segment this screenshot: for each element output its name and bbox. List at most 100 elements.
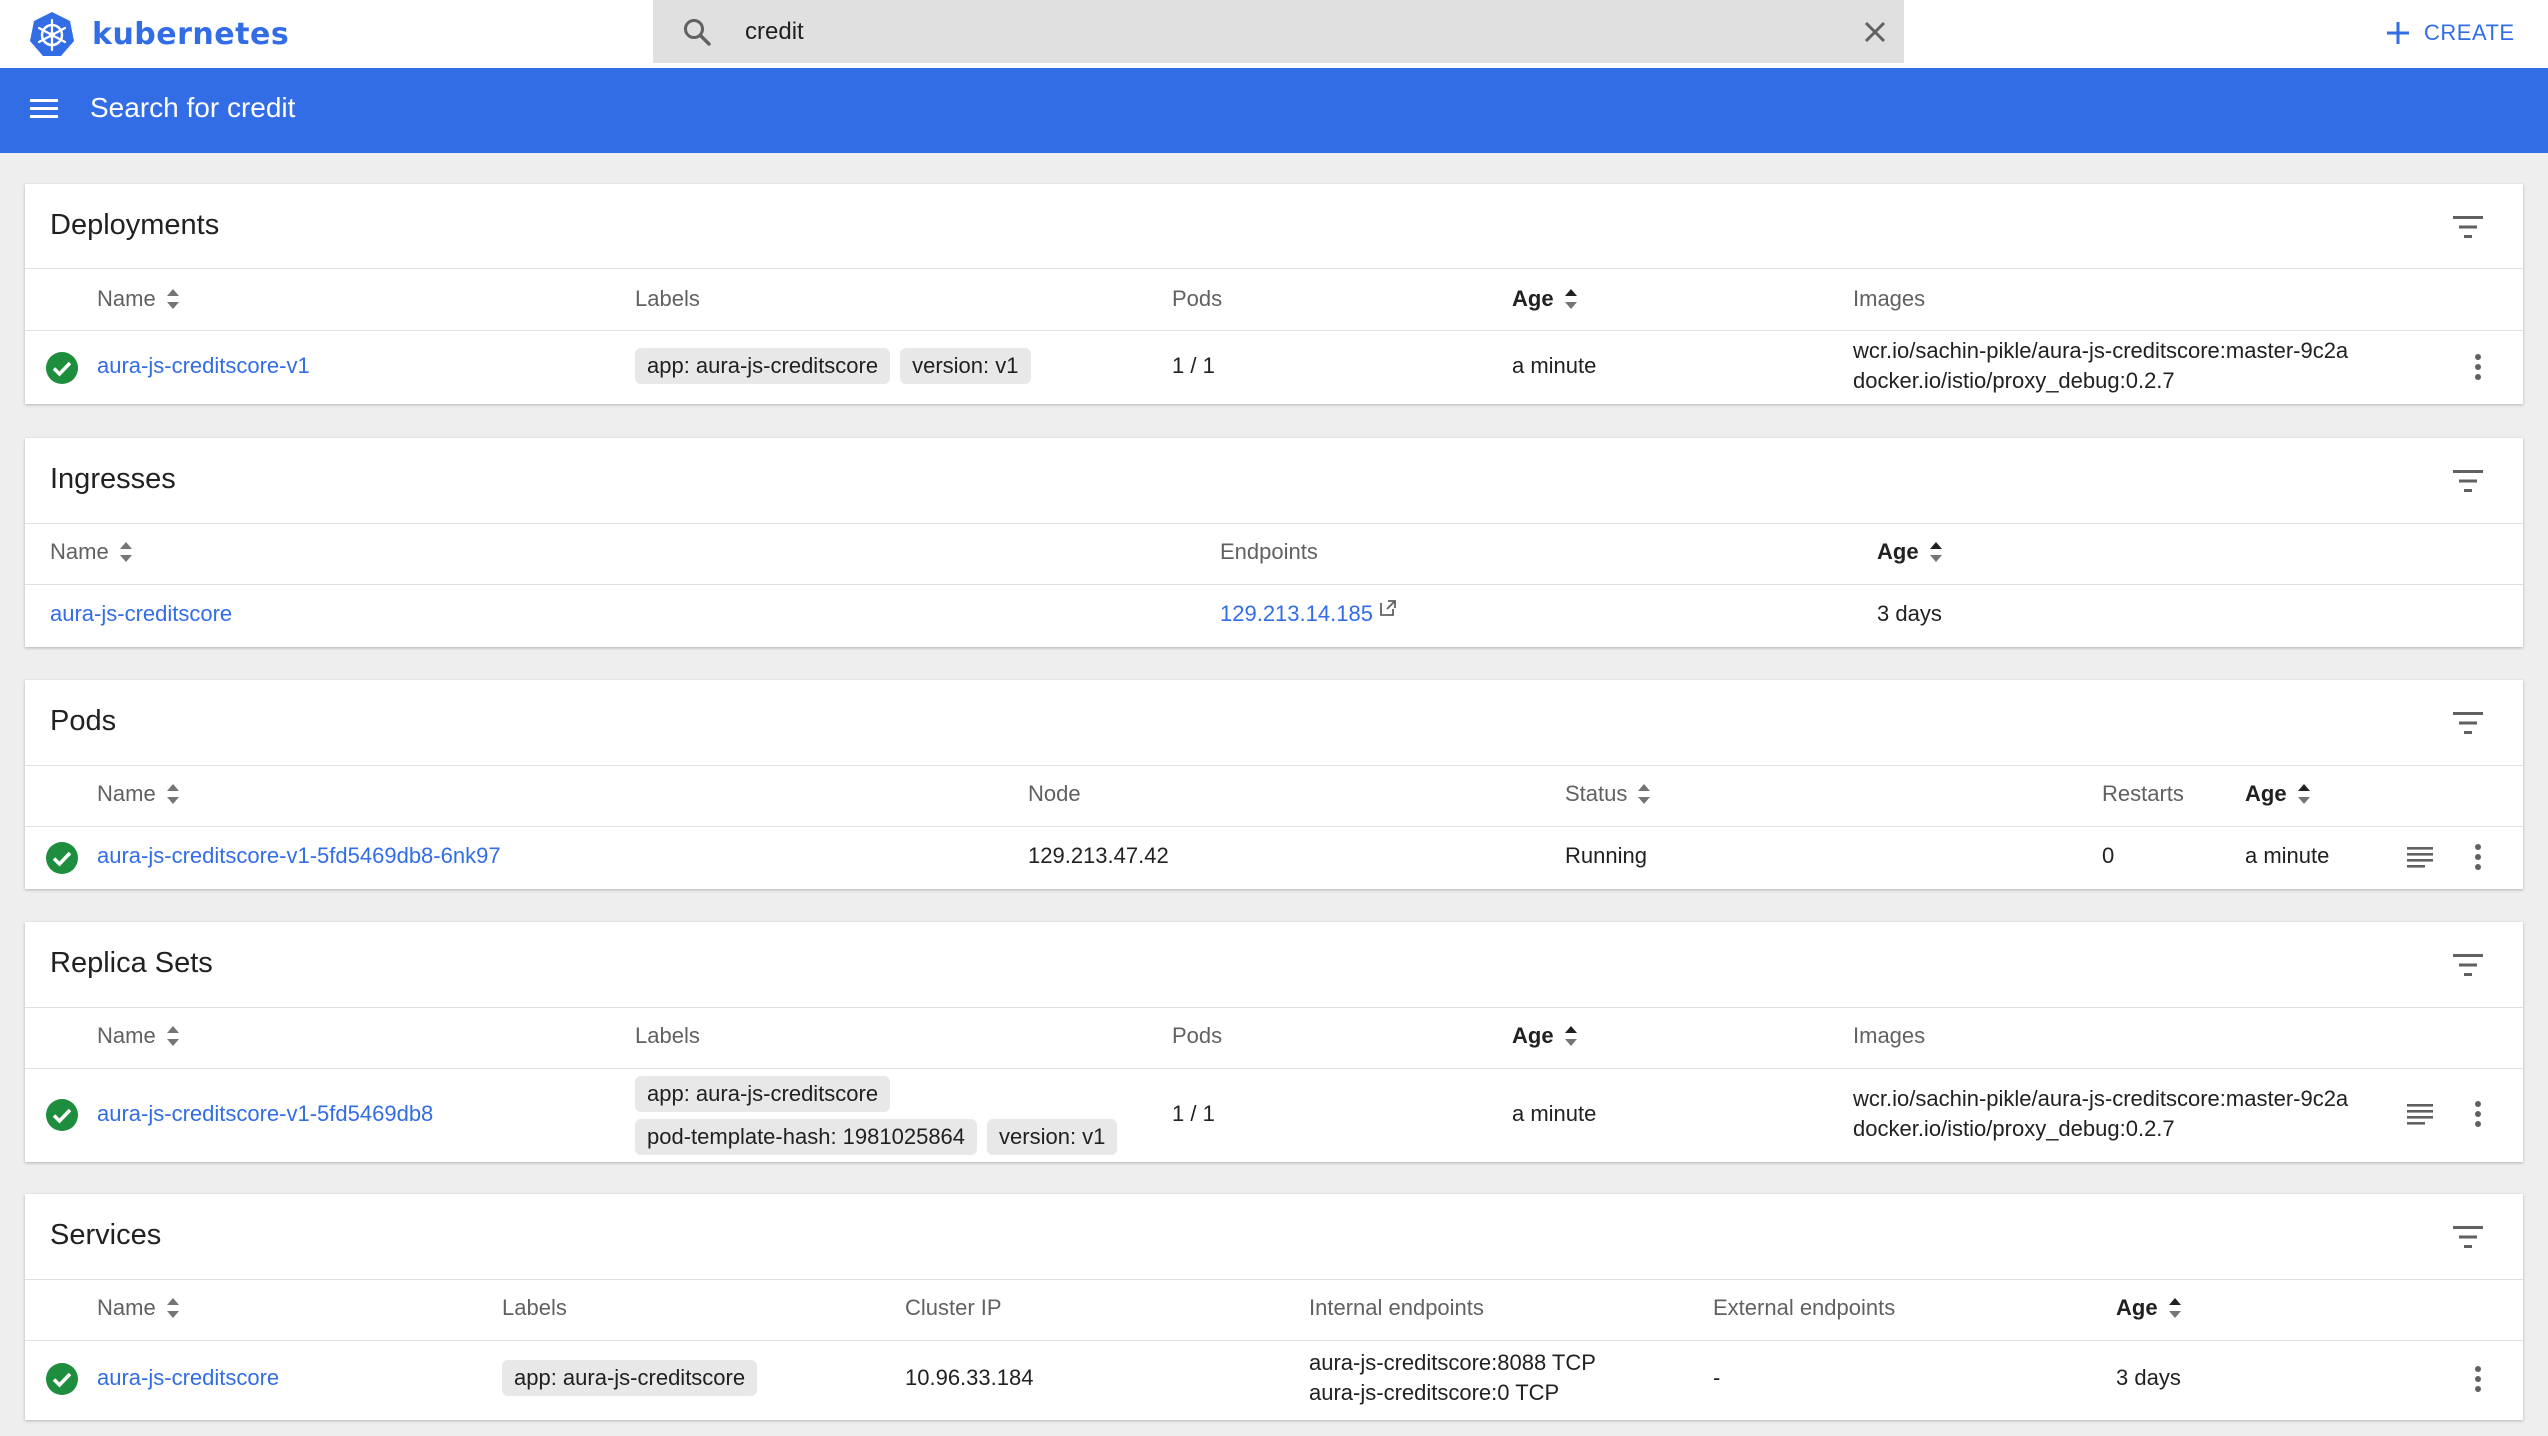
filter-icon[interactable] — [2451, 1223, 2485, 1251]
ingress-name-link[interactable]: aura-js-creditscore — [50, 599, 232, 629]
divider — [25, 1068, 2523, 1069]
divider — [25, 523, 2523, 524]
sort-icon — [164, 1296, 182, 1320]
divider — [25, 765, 2523, 766]
image-line: docker.io/istio/proxy_debug:0.2.7 — [1853, 1116, 2175, 1141]
label-chip: app: aura-js-creditscore — [502, 1360, 758, 1396]
label-chip: app: aura-js-creditscore — [635, 1076, 891, 1112]
filter-icon[interactable] — [2451, 467, 2485, 495]
filter-icon[interactable] — [2451, 951, 2485, 979]
search-bar — [653, 0, 1904, 63]
card-title: Services — [50, 1219, 162, 1251]
check-circle-icon — [45, 1362, 79, 1396]
card-title: Ingresses — [50, 463, 176, 495]
internal-endpoint-line: aura-js-creditscore:0 TCP — [1309, 1380, 1560, 1405]
brand-logo[interactable]: kubernetes — [28, 10, 289, 58]
deployments-card: Deployments Name Labels Pods Age Images … — [25, 184, 2523, 404]
image-line: docker.io/istio/proxy_debug:0.2.7 — [1853, 368, 2175, 393]
labels-group: pod-template-hash: 1981025864 version: v1 — [635, 1119, 1127, 1155]
more-vert-icon[interactable] — [2472, 352, 2484, 382]
close-icon[interactable] — [1859, 16, 1891, 48]
pods-count: 1 / 1 — [1172, 1101, 1215, 1126]
logs-icon[interactable] — [2406, 845, 2434, 869]
labels-group: app: aura-js-creditscore version: v1 — [635, 348, 1041, 384]
column-header-cluster-ip: Cluster IP — [905, 1295, 1002, 1320]
label-chip: app: aura-js-creditscore — [635, 348, 891, 384]
divider — [25, 1007, 2523, 1008]
pod-name-link[interactable]: aura-js-creditscore-v1-5fd5469db8-6nk97 — [97, 841, 501, 871]
column-header-age[interactable]: Age — [2116, 1295, 2184, 1321]
sort-icon — [117, 540, 135, 564]
more-vert-icon[interactable] — [2472, 1364, 2484, 1394]
column-header-images: Images — [1853, 286, 1926, 311]
node-value: 129.213.47.42 — [1028, 843, 1169, 868]
image-line: wcr.io/sachin-pikle/aura-js-creditscore:… — [1853, 338, 2349, 363]
column-header-age[interactable]: Age — [1512, 286, 1580, 312]
restarts-value: 0 — [2102, 843, 2115, 868]
labels-group: app: aura-js-creditscore — [635, 1076, 900, 1112]
sort-icon — [1635, 782, 1653, 806]
labels-group: app: aura-js-creditscore — [502, 1360, 767, 1396]
age-value: a minute — [1512, 353, 1597, 378]
filter-icon[interactable] — [2451, 709, 2485, 737]
column-header-age[interactable]: Age — [1512, 1023, 1580, 1049]
sort-ascending-icon — [1562, 287, 1580, 311]
external-endpoint-value: - — [1713, 1365, 1721, 1390]
column-header-pods: Pods — [1172, 1023, 1223, 1048]
column-header-node: Node — [1028, 781, 1081, 806]
divider — [25, 584, 2523, 585]
sort-icon — [164, 1024, 182, 1048]
sort-ascending-icon — [2295, 782, 2313, 806]
create-label: CREATE — [2424, 20, 2515, 45]
age-value: 3 days — [1877, 601, 1942, 626]
endpoint-link[interactable]: 129.213.14.185 — [1220, 599, 1397, 629]
card-title: Deployments — [50, 209, 220, 241]
status-value: Running — [1565, 843, 1647, 868]
open-in-new-icon — [1380, 600, 1396, 616]
check-circle-icon — [45, 1098, 79, 1132]
sort-ascending-icon — [1927, 540, 1945, 564]
sort-icon — [164, 782, 182, 806]
column-header-endpoints: Endpoints — [1220, 539, 1318, 564]
column-header-name[interactable]: Name — [97, 1023, 182, 1049]
kubernetes-helm-icon — [30, 12, 74, 56]
column-header-name[interactable]: Name — [50, 539, 135, 565]
column-header-images: Images — [1853, 1023, 1926, 1048]
column-header-age[interactable]: Age — [1877, 539, 1945, 565]
deployment-name-link[interactable]: aura-js-creditscore-v1 — [97, 351, 310, 381]
replica-sets-card: Replica Sets Name Labels Pods Age Images… — [25, 922, 2523, 1162]
search-input[interactable] — [745, 12, 1795, 52]
ingresses-card: Ingresses Name Endpoints Age aura-js-cre… — [25, 438, 2523, 647]
sort-ascending-icon — [1562, 1024, 1580, 1048]
cluster-ip-value: 10.96.33.184 — [905, 1365, 1034, 1390]
column-header-age[interactable]: Age — [2245, 781, 2313, 807]
logs-icon[interactable] — [2406, 1102, 2434, 1126]
column-header-name[interactable]: Name — [97, 1295, 182, 1321]
create-button[interactable]: CREATE — [2384, 14, 2515, 52]
label-chip: pod-template-hash: 1981025864 — [635, 1119, 978, 1155]
menu-icon[interactable] — [28, 94, 62, 124]
column-header-name[interactable]: Name — [97, 286, 182, 312]
more-vert-icon[interactable] — [2472, 1099, 2484, 1129]
divider — [25, 1340, 2523, 1341]
internal-endpoint-line: aura-js-creditscore:8088 TCP — [1309, 1350, 1596, 1375]
page-title: Search for credit — [90, 92, 296, 123]
more-vert-icon[interactable] — [2472, 842, 2484, 872]
age-value: a minute — [2245, 843, 2330, 868]
replica-set-name-link[interactable]: aura-js-creditscore-v1-5fd5469db8 — [97, 1099, 433, 1129]
check-circle-icon — [45, 841, 79, 875]
card-title: Replica Sets — [50, 947, 213, 979]
filter-icon[interactable] — [2451, 213, 2485, 241]
age-value: 3 days — [2116, 1365, 2181, 1390]
service-name-link[interactable]: aura-js-creditscore — [97, 1363, 279, 1393]
column-header-labels: Labels — [502, 1295, 567, 1320]
sort-icon — [164, 287, 182, 311]
brand-name: kubernetes — [92, 16, 290, 52]
column-header-pods: Pods — [1172, 286, 1223, 311]
column-header-status[interactable]: Status — [1565, 781, 1653, 807]
column-header-name[interactable]: Name — [97, 781, 182, 807]
divider — [25, 268, 2523, 269]
column-header-restarts: Restarts — [2102, 781, 2184, 806]
top-bar: kubernetes CREATE — [0, 0, 2548, 68]
column-header-labels: Labels — [635, 286, 700, 311]
